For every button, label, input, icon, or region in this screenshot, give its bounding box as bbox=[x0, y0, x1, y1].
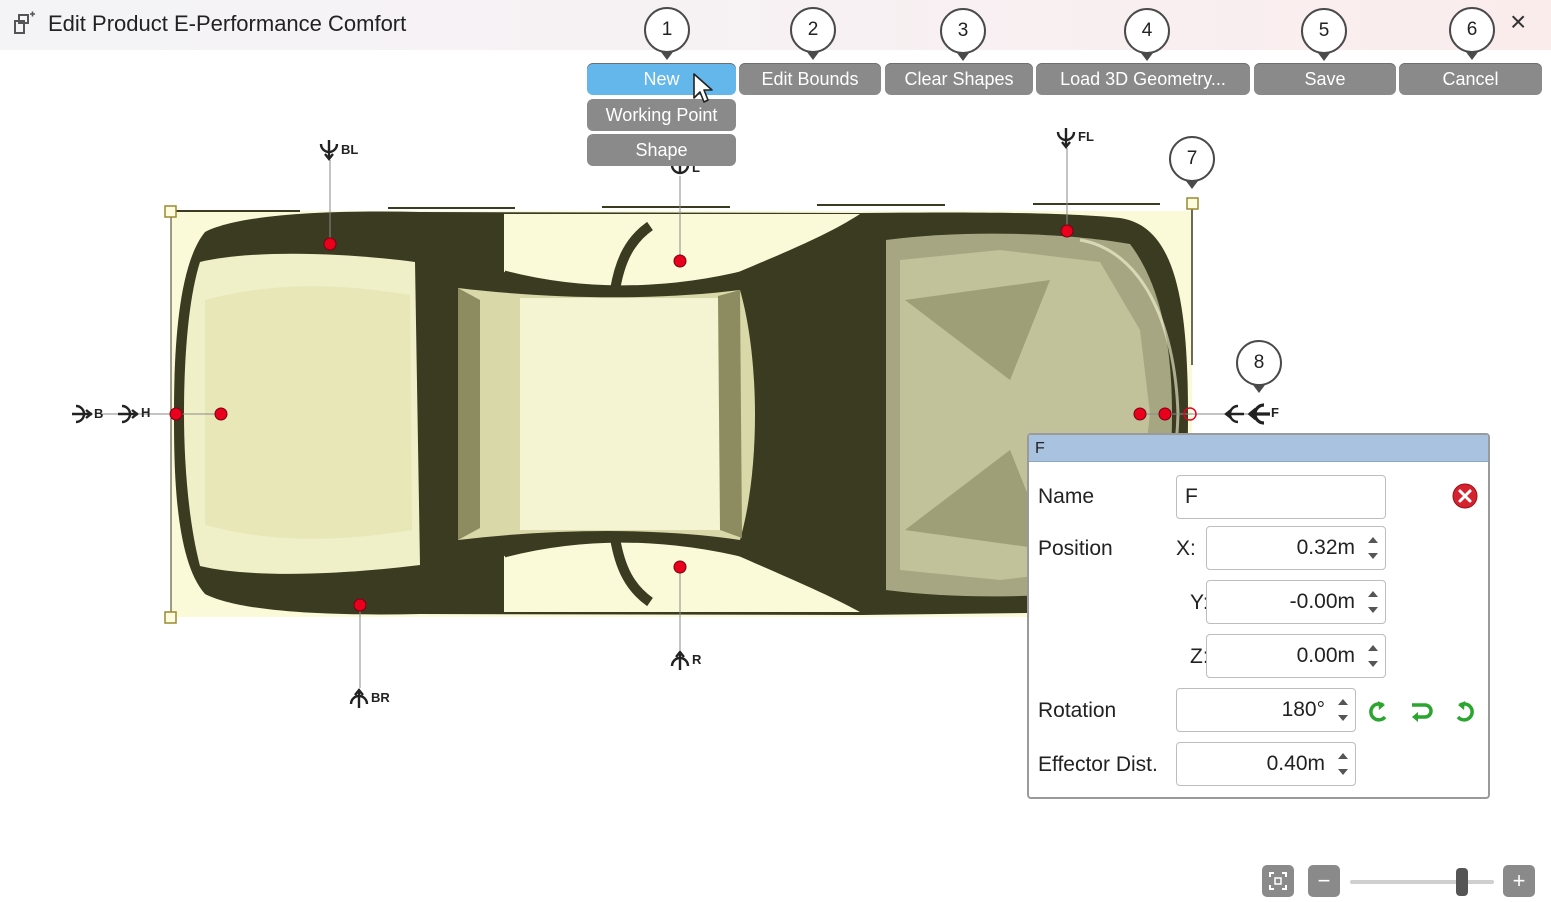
rotate-right-icon[interactable] bbox=[1452, 699, 1476, 723]
point-label-br: BR bbox=[371, 690, 390, 705]
point-label-f: F bbox=[1271, 405, 1279, 420]
name-field[interactable]: F bbox=[1176, 475, 1386, 519]
effector-dist-field[interactable]: 0.40m bbox=[1176, 742, 1356, 786]
working-point-b bbox=[169, 407, 183, 421]
bounds-handle-top-left bbox=[164, 205, 177, 218]
effector-br-icon bbox=[349, 688, 369, 708]
working-point-h bbox=[214, 407, 228, 421]
working-point-f bbox=[1158, 407, 1172, 421]
position-y-field[interactable]: -0.00m bbox=[1206, 580, 1386, 624]
rotate-left-icon[interactable] bbox=[1367, 699, 1391, 723]
position-y-spinner[interactable] bbox=[1363, 585, 1381, 619]
effector-dist-label: Effector Dist. bbox=[1038, 753, 1158, 776]
bounds-handle-top-right bbox=[1186, 197, 1199, 210]
position-z-spinner[interactable] bbox=[1363, 639, 1381, 673]
effector-b-icon bbox=[72, 404, 93, 424]
x-label: X: bbox=[1176, 537, 1196, 560]
effector-f-ghost-icon bbox=[1224, 404, 1244, 424]
position-x-spinner[interactable] bbox=[1363, 531, 1381, 565]
effector-fl-icon bbox=[1056, 128, 1076, 149]
zoom-slider-thumb[interactable] bbox=[1456, 868, 1469, 896]
point-label-b: B bbox=[94, 406, 104, 421]
position-x-field[interactable]: 0.32m bbox=[1206, 526, 1386, 570]
fit-view-icon bbox=[1269, 872, 1287, 890]
rotation-field[interactable]: 180° bbox=[1176, 688, 1356, 732]
zoom-in-button[interactable]: + bbox=[1503, 865, 1535, 897]
working-point-f-inner bbox=[1133, 407, 1147, 421]
point-label-bl: BL bbox=[341, 142, 359, 157]
point-label-fl: FL bbox=[1078, 129, 1094, 144]
effector-f-icon bbox=[1247, 403, 1270, 425]
effector-dist-value: 0.40m bbox=[1266, 752, 1325, 775]
position-x-value: 0.32m bbox=[1296, 536, 1355, 559]
position-y-value: -0.00m bbox=[1289, 590, 1355, 613]
working-point-fl bbox=[1060, 224, 1074, 238]
working-point-l bbox=[673, 254, 687, 268]
flip-rotation-icon[interactable] bbox=[1409, 699, 1435, 723]
mouse-cursor-icon bbox=[693, 73, 713, 103]
properties-panel: F Name F Position X: 0.32m Y: -0.00m Z: … bbox=[1027, 433, 1490, 799]
working-point-bl bbox=[323, 237, 337, 251]
position-z-field[interactable]: 0.00m bbox=[1206, 634, 1386, 678]
effector-r-icon bbox=[670, 650, 690, 670]
effector-bl-icon bbox=[319, 140, 339, 161]
point-label-h: H bbox=[141, 405, 151, 420]
position-z-value: 0.00m bbox=[1296, 644, 1355, 667]
rotation-value: 180° bbox=[1281, 698, 1325, 721]
delete-point-icon[interactable] bbox=[1452, 483, 1478, 509]
position-label: Position bbox=[1038, 537, 1113, 560]
panel-header: F bbox=[1029, 435, 1488, 462]
rotation-spinner[interactable] bbox=[1333, 693, 1351, 727]
name-label: Name bbox=[1038, 485, 1095, 508]
bounds-handle-bottom-left bbox=[164, 611, 177, 624]
effector-h-icon bbox=[118, 404, 139, 424]
zoom-out-button[interactable]: − bbox=[1308, 865, 1340, 897]
menu-item-shape[interactable]: Shape bbox=[587, 134, 736, 166]
working-point-br bbox=[353, 598, 367, 612]
working-point-r bbox=[673, 560, 687, 574]
rotation-label: Rotation bbox=[1038, 699, 1117, 722]
point-label-r: R bbox=[692, 652, 702, 667]
zoom-slider-track[interactable] bbox=[1350, 880, 1494, 884]
effector-dist-spinner[interactable] bbox=[1333, 747, 1351, 781]
fit-to-view-button[interactable] bbox=[1262, 865, 1294, 897]
